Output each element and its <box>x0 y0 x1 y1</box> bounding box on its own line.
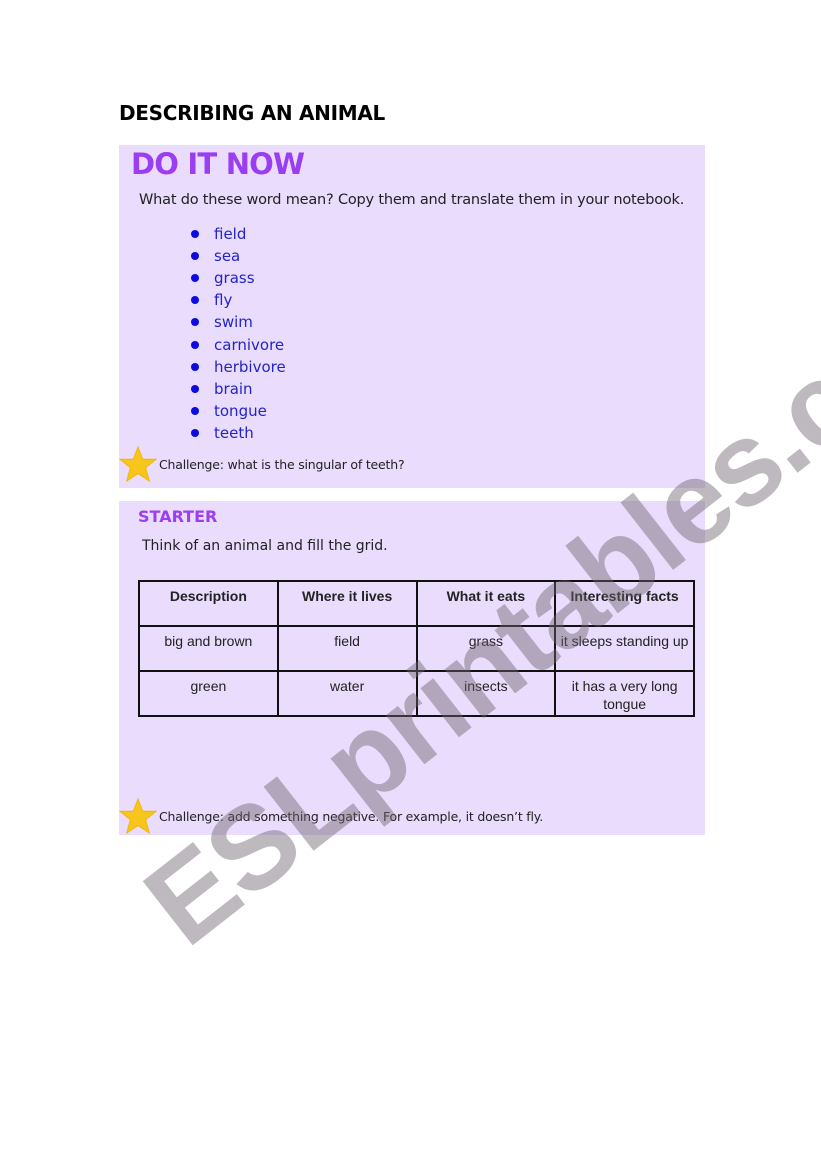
vocabulary-word: herbivore <box>214 357 286 376</box>
star-icon <box>119 797 157 835</box>
list-item: sea <box>189 245 286 267</box>
bullet-icon <box>191 428 199 437</box>
list-item: tongue <box>189 400 286 422</box>
list-item: grass <box>189 267 286 289</box>
bullet-icon <box>191 318 199 327</box>
table-cell: green <box>138 670 279 717</box>
challenge-row: Challenge: add something negative. For e… <box>119 797 543 835</box>
vocabulary-word: sea <box>214 247 241 266</box>
table-cell: grass <box>415 625 557 672</box>
column-header: What it eats <box>415 580 557 627</box>
vocabulary-word: field <box>214 225 247 244</box>
bullet-icon <box>191 230 199 239</box>
vocabulary-word: teeth <box>214 423 254 442</box>
challenge-text: Challenge: what is the singular of teeth… <box>159 456 405 472</box>
vocabulary-word: brain <box>214 379 253 398</box>
starter-instruction: Think of an animal and fill the grid. <box>142 538 388 554</box>
vocabulary-list: field sea grass fly swim carnivore herbi… <box>189 223 286 444</box>
do-it-now-panel: DO IT NOW What do these word mean? Copy … <box>119 145 705 488</box>
table-header-row: Description Where it lives What it eats … <box>138 580 695 627</box>
list-item: fly <box>189 289 286 311</box>
table-cell: it sleeps standing up <box>554 625 695 672</box>
vocabulary-word: swim <box>214 313 253 332</box>
starter-panel: STARTER Think of an animal and fill the … <box>119 501 705 835</box>
list-item: carnivore <box>189 333 286 355</box>
bullet-icon <box>191 340 199 349</box>
vocabulary-word: tongue <box>214 401 267 420</box>
bullet-icon <box>191 296 199 305</box>
bullet-icon <box>191 384 199 393</box>
list-item: herbivore <box>189 356 286 378</box>
do-it-now-heading: DO IT NOW <box>131 147 305 181</box>
table-cell: water <box>276 670 418 717</box>
table-cell: it has a very long tongue <box>554 670 695 717</box>
vocabulary-word: fly <box>214 291 233 310</box>
bullet-icon <box>191 274 199 283</box>
do-it-now-instruction: What do these word mean? Copy them and t… <box>139 192 685 208</box>
table-cell: insects <box>415 670 557 717</box>
animal-grid-table: Description Where it lives What it eats … <box>138 580 695 717</box>
list-item: teeth <box>189 422 286 444</box>
bullet-icon <box>191 406 199 415</box>
bullet-icon <box>191 252 199 261</box>
vocabulary-word: carnivore <box>214 335 285 354</box>
starter-heading: STARTER <box>138 507 218 526</box>
bullet-icon <box>191 362 199 371</box>
table-row: big and brown field grass it sleeps stan… <box>138 625 695 672</box>
challenge-row: Challenge: what is the singular of teeth… <box>119 445 405 483</box>
column-header: Interesting facts <box>554 580 695 627</box>
star-icon <box>119 445 157 483</box>
document-title: DESCRIBING AN ANIMAL <box>119 101 385 125</box>
column-header: Description <box>138 580 279 627</box>
challenge-text: Challenge: add something negative. For e… <box>159 808 543 824</box>
vocabulary-word: grass <box>214 269 255 288</box>
table-row: green water insects it has a very long t… <box>138 670 695 717</box>
list-item: field <box>189 223 286 245</box>
column-header: Where it lives <box>276 580 418 627</box>
table-cell: field <box>276 625 418 672</box>
table-cell: big and brown <box>138 625 279 672</box>
list-item: brain <box>189 378 286 400</box>
list-item: swim <box>189 311 286 333</box>
